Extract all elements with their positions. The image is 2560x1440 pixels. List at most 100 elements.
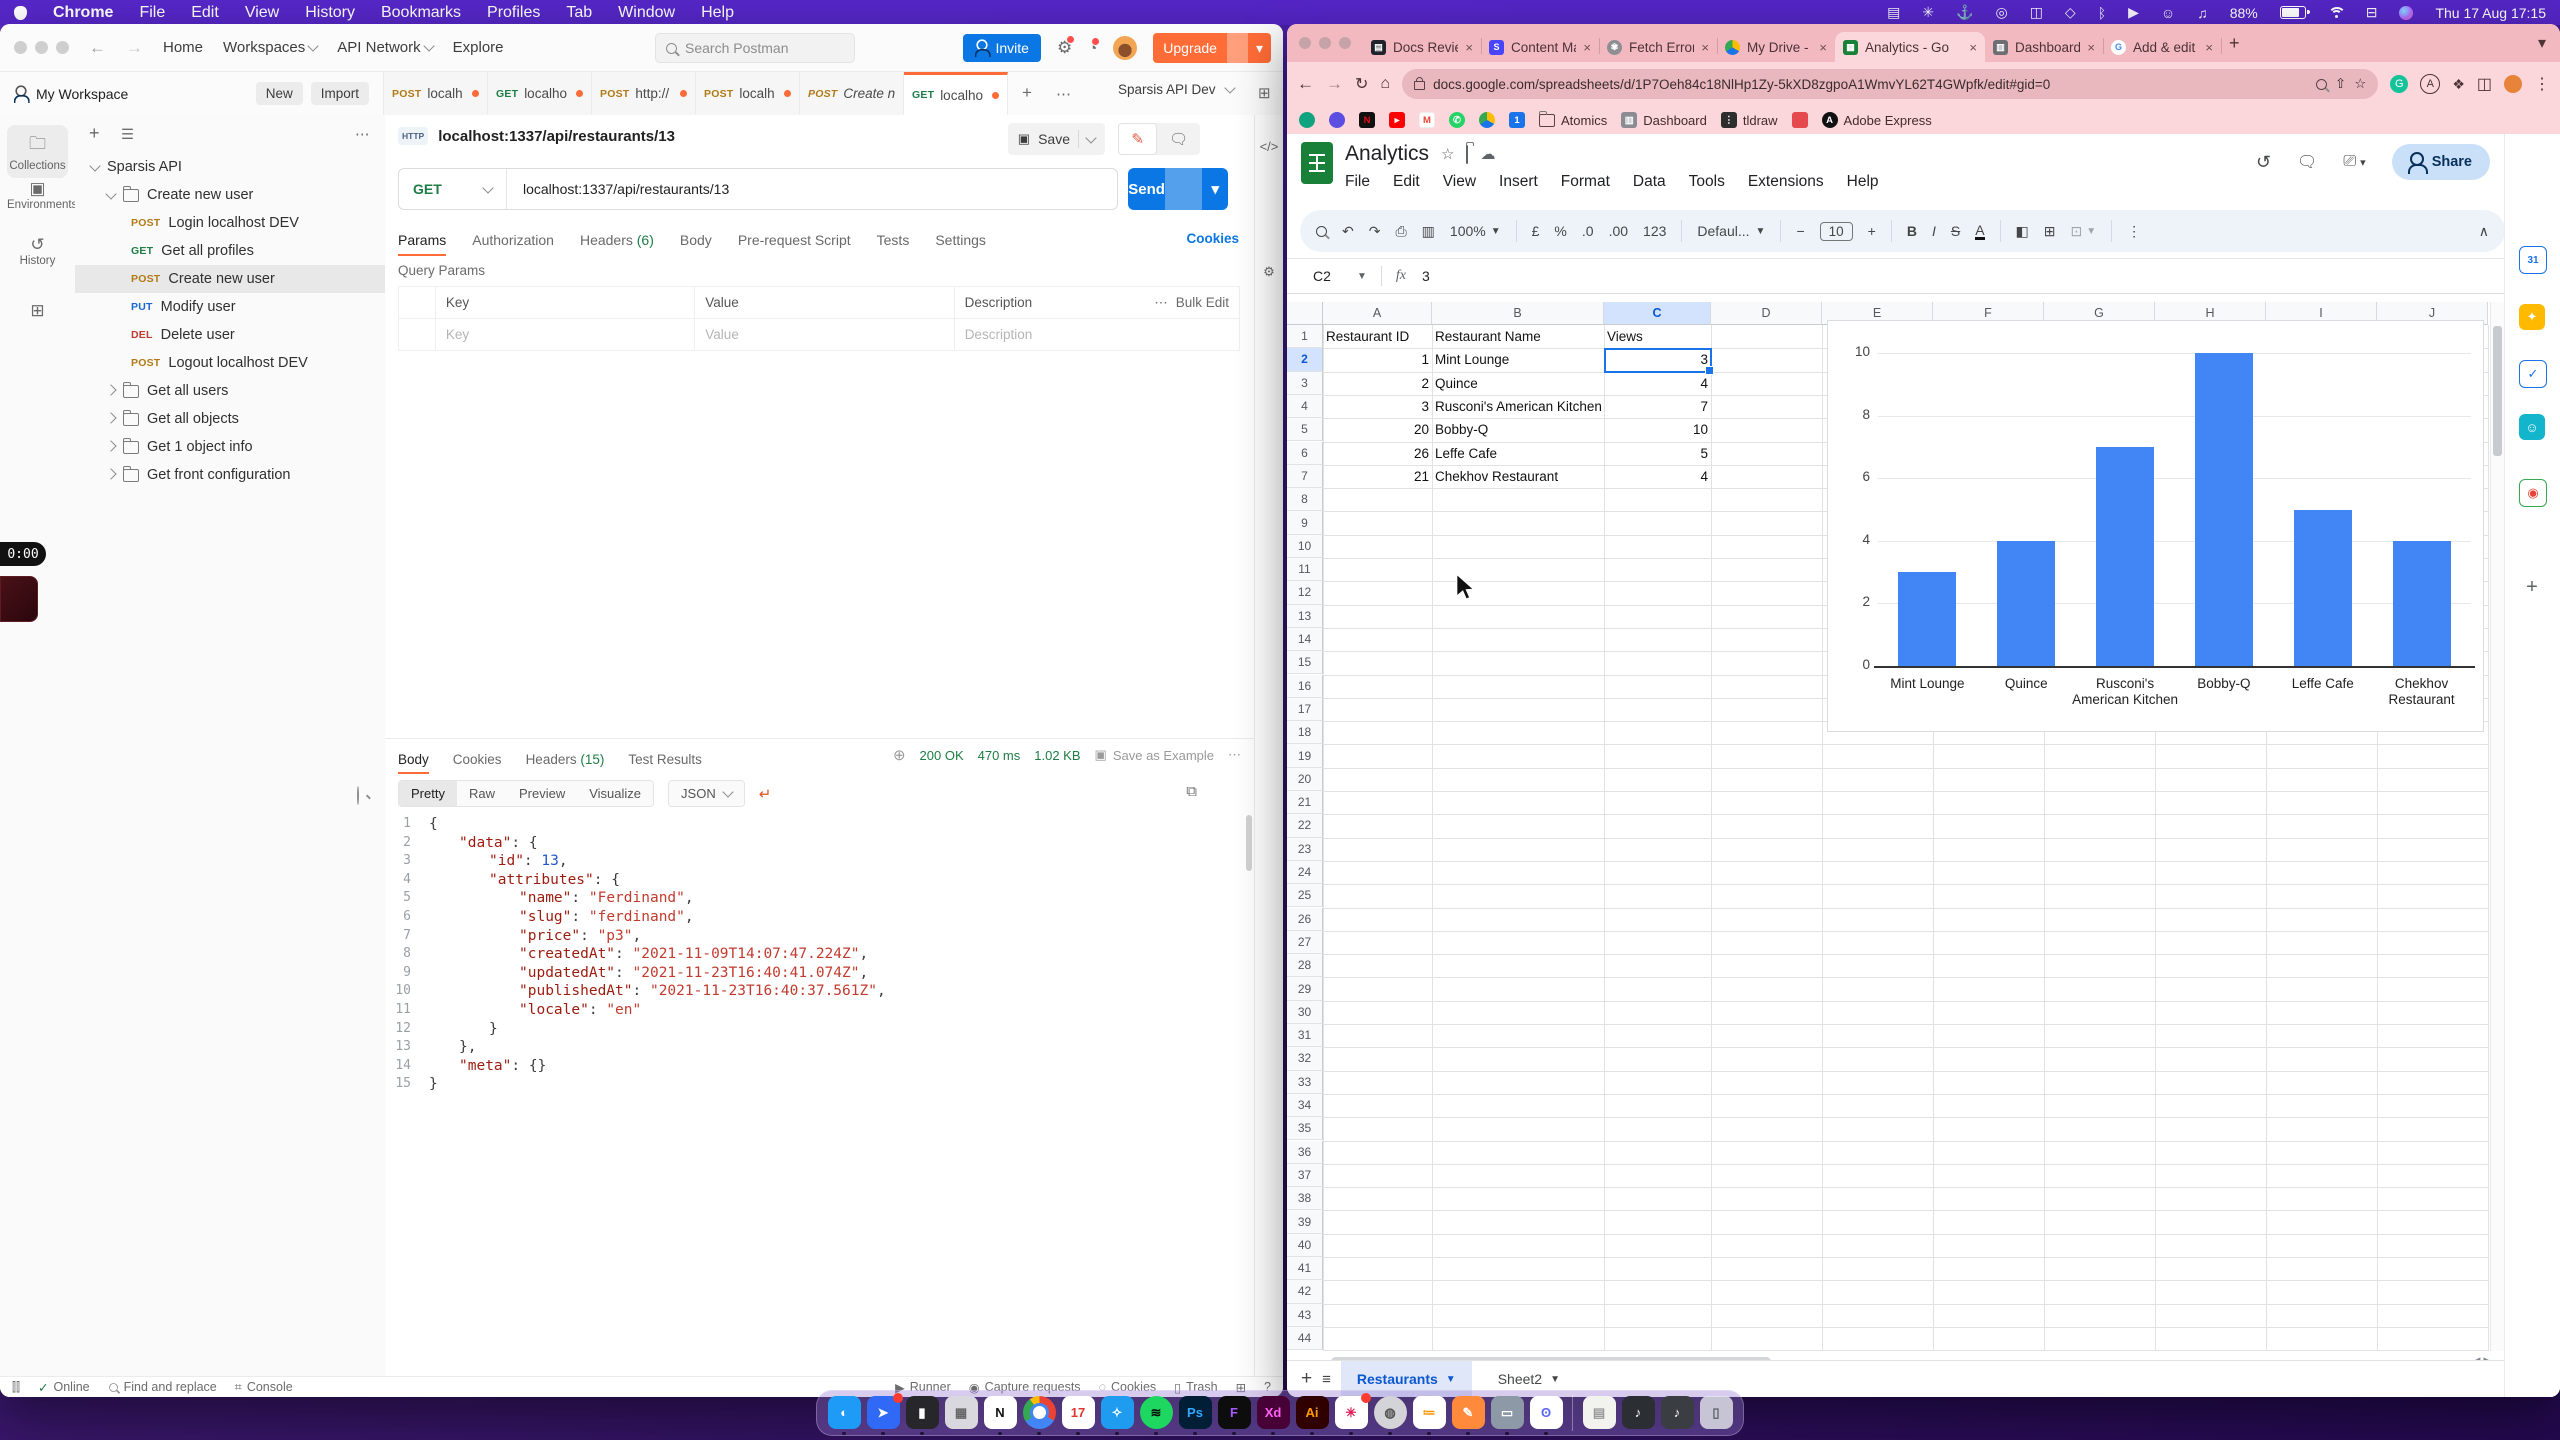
- sidebar-item-environments[interactable]: ▣ Environments: [7, 179, 68, 211]
- cell-A4[interactable]: 3: [1323, 395, 1432, 418]
- row-header-5[interactable]: 5: [1287, 418, 1323, 441]
- strikethrough-icon[interactable]: S: [1951, 223, 1960, 239]
- collection-more-icon[interactable]: ⋯: [355, 127, 370, 143]
- cookies-link[interactable]: Cookies: [1186, 231, 1239, 246]
- sidebar-toggle-icon[interactable]: ⫿⫿: [12, 1380, 20, 1395]
- row-header-2[interactable]: 2: [1287, 348, 1323, 371]
- keep-icon[interactable]: ✦: [2519, 304, 2545, 330]
- dock-slack[interactable]: ✳: [1334, 1393, 1368, 1433]
- dock-adobe-xd[interactable]: Xd: [1256, 1393, 1290, 1433]
- response-divider[interactable]: [385, 738, 1255, 739]
- dock-figma[interactable]: F: [1217, 1393, 1251, 1433]
- toolbar-more-icon[interactable]: ⋮: [2127, 223, 2141, 240]
- dock-white-box[interactable]: ▤: [1582, 1393, 1616, 1433]
- bookmark-tldraw[interactable]: ⋮tldraw: [1721, 112, 1778, 128]
- request-tab-3[interactable]: POSThttp://: [592, 72, 696, 115]
- chart-bar-5[interactable]: [2393, 541, 2451, 666]
- row-header-27[interactable]: 27: [1287, 931, 1323, 954]
- zoom-select[interactable]: 100%▼: [1450, 223, 1501, 239]
- row-header-30[interactable]: 30: [1287, 1001, 1323, 1024]
- folder-get-all-users[interactable]: Get all users: [75, 377, 385, 405]
- cell-C6[interactable]: 5: [1604, 442, 1711, 465]
- maximize-button[interactable]: [56, 41, 69, 54]
- dock-pencil-app[interactable]: ✎: [1451, 1393, 1485, 1433]
- user-avatar[interactable]: [1113, 36, 1137, 60]
- dock-spotify[interactable]: ≋: [1139, 1393, 1173, 1433]
- wrap-text-icon[interactable]: ↵: [759, 785, 772, 803]
- cell-B5[interactable]: Bobby-Q: [1432, 418, 1604, 441]
- cell-A5[interactable]: 20: [1323, 418, 1432, 441]
- close-button[interactable]: [14, 41, 27, 54]
- tab-settings[interactable]: Settings: [935, 232, 986, 248]
- row-header-31[interactable]: 31: [1287, 1024, 1323, 1047]
- siri-icon[interactable]: [2399, 6, 2413, 20]
- dock-mini-player-1[interactable]: ♪: [1621, 1393, 1655, 1433]
- chart-bar-0[interactable]: [1898, 572, 1956, 666]
- cell-C3[interactable]: 4: [1604, 372, 1711, 395]
- font-size-input[interactable]: 10: [1820, 222, 1853, 241]
- name-box[interactable]: C2: [1287, 268, 1357, 284]
- save-as-example-button[interactable]: ▣Save as Example: [1095, 747, 1214, 763]
- undo-icon[interactable]: ↶: [1342, 223, 1354, 240]
- row-header-7[interactable]: 7: [1287, 465, 1323, 488]
- gmail-favicon[interactable]: M: [1419, 112, 1435, 128]
- menu-view[interactable]: View: [1443, 173, 1476, 191]
- cell-A2[interactable]: 1: [1323, 348, 1432, 371]
- key-input[interactable]: Key: [435, 319, 694, 350]
- cell-C4[interactable]: 7: [1604, 395, 1711, 418]
- request-get-all-profiles[interactable]: GETGet all profiles: [75, 237, 385, 265]
- dock-calendar[interactable]: 17: [1061, 1393, 1095, 1433]
- request-create-new-user-selected[interactable]: POSTCreate new user: [75, 265, 385, 293]
- percent-format-icon[interactable]: %: [1554, 223, 1566, 239]
- decrease-font-icon[interactable]: −: [1796, 223, 1804, 239]
- search-response-icon[interactable]: [357, 786, 359, 805]
- row-header-19[interactable]: 19: [1287, 744, 1323, 767]
- row-header-24[interactable]: 24: [1287, 861, 1323, 884]
- document-title[interactable]: Analytics: [1345, 142, 1429, 166]
- bookmark-star-icon[interactable]: ☆: [2354, 76, 2366, 92]
- invite-button[interactable]: Invite: [963, 34, 1040, 62]
- comment-icon[interactable]: 🗨: [1157, 130, 1200, 148]
- cell-B2[interactable]: Mint Lounge: [1432, 348, 1604, 371]
- row-header-22[interactable]: 22: [1287, 814, 1323, 837]
- menu-help[interactable]: Help: [701, 4, 734, 22]
- row-header-4[interactable]: 4: [1287, 395, 1323, 418]
- drive-favicon[interactable]: [1479, 112, 1495, 128]
- close-tab-icon[interactable]: ×: [1969, 40, 1977, 55]
- cell-B6[interactable]: Leffe Cafe: [1432, 442, 1604, 465]
- format-select[interactable]: JSON: [668, 780, 745, 807]
- dock-notion[interactable]: N: [983, 1393, 1017, 1433]
- fill-handle[interactable]: [1705, 366, 1714, 375]
- add-tab-icon[interactable]: +: [1022, 83, 1032, 103]
- menu-data[interactable]: Data: [1633, 173, 1666, 191]
- filter-icon[interactable]: ☰: [121, 127, 134, 143]
- extensions-puzzle-icon[interactable]: ❖: [2452, 76, 2465, 93]
- battery-icon[interactable]: [2280, 6, 2306, 19]
- mode-raw[interactable]: Raw: [457, 781, 507, 806]
- row-header-13[interactable]: 13: [1287, 605, 1323, 628]
- postman-search-input[interactable]: Search Postman: [655, 33, 855, 63]
- request-logout-localhost-dev[interactable]: POSTLogout localhost DEV: [75, 349, 385, 377]
- row-header-3[interactable]: 3: [1287, 372, 1323, 395]
- apple-icon[interactable]: [14, 6, 27, 20]
- bookmark-folder-atomics[interactable]: Atomics: [1539, 113, 1607, 128]
- dock-chrome[interactable]: [1022, 1393, 1056, 1433]
- profile-avatar[interactable]: [2504, 75, 2522, 93]
- folder-create-new-user[interactable]: Create new user: [75, 181, 385, 209]
- increase-decimals-icon[interactable]: .00: [1609, 223, 1628, 239]
- forward-icon[interactable]: →: [1326, 74, 1343, 94]
- add-collection-icon[interactable]: +: [89, 123, 100, 144]
- response-tab-body[interactable]: Body: [398, 752, 429, 772]
- notifications-bell-icon[interactable]: ◔: [1088, 40, 1097, 57]
- folder-get-all-objects[interactable]: Get all objects: [75, 405, 385, 433]
- tab-search-chevron[interactable]: ▾: [2538, 33, 2546, 53]
- dock-finder[interactable]: ◐: [827, 1393, 861, 1433]
- row-header-26[interactable]: 26: [1287, 908, 1323, 931]
- recording-timer[interactable]: 0:00: [0, 542, 46, 566]
- row-header-11[interactable]: 11: [1287, 558, 1323, 581]
- row-header-44[interactable]: 44: [1287, 1327, 1323, 1350]
- reload-icon[interactable]: ↻: [1355, 74, 1368, 94]
- nav-workspaces[interactable]: Workspaces: [223, 39, 317, 56]
- menu-tools[interactable]: Tools: [1689, 173, 1725, 191]
- row-header-9[interactable]: 9: [1287, 511, 1323, 534]
